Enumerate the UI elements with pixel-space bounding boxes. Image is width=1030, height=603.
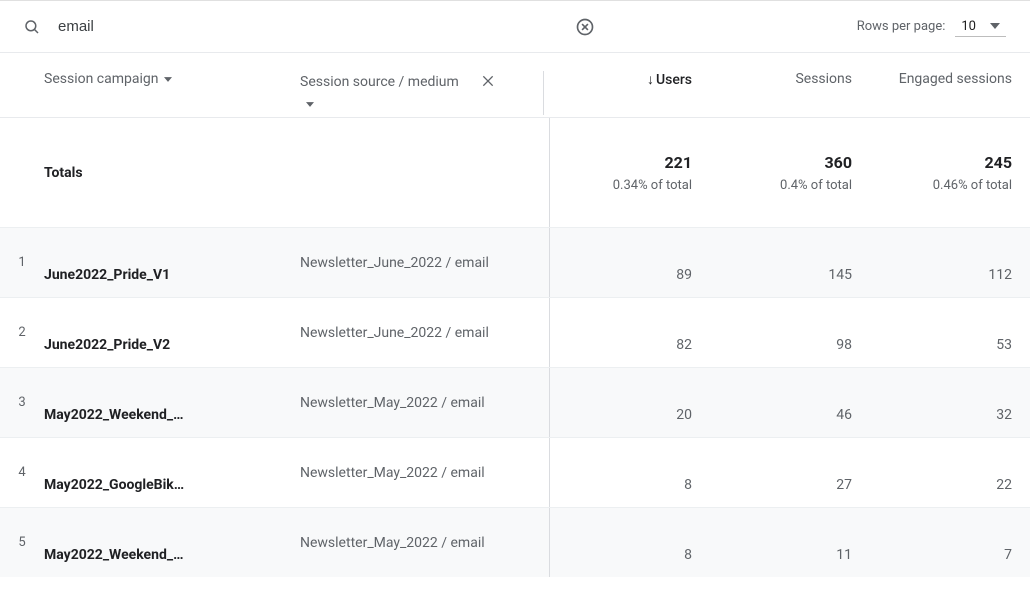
row-metrics: 8117 [550, 508, 1030, 577]
row-engaged: 53 [870, 298, 1030, 367]
row-engaged: 7 [870, 508, 1030, 577]
metric-headers: ↓Users Sessions Engaged sessions [550, 53, 1030, 88]
row-source-medium: Newsletter_May_2022 / email [300, 508, 550, 577]
metric-header-engaged-sessions[interactable]: Engaged sessions [870, 71, 1030, 88]
row-sessions: 11 [710, 508, 870, 577]
row-index: 2 [0, 298, 44, 367]
dimension-secondary-label[interactable]: Session source / medium [300, 71, 470, 115]
table-row: 1June2022_Pride_V1Newsletter_June_2022 /… [0, 227, 1030, 297]
totals-sessions: 360 0.4% of total [710, 118, 870, 227]
row-index: 1 [0, 228, 44, 297]
row-users: 8 [550, 438, 710, 507]
row-metrics: 829853 [550, 298, 1030, 367]
row-campaign[interactable]: May2022_Weekend_… [44, 368, 300, 437]
rows-per-page-select[interactable]: 10 [955, 17, 1006, 37]
metric-header-sessions[interactable]: Sessions [710, 71, 870, 88]
rows-per-page-value: 10 [961, 19, 976, 34]
totals-source [300, 118, 550, 227]
rows-per-page: Rows per page: 10 [857, 17, 1006, 37]
rows-per-page-label: Rows per page: [857, 19, 946, 34]
row-users: 20 [550, 368, 710, 437]
dimension-secondary-header: Session source / medium [300, 53, 550, 115]
remove-dimension-button[interactable] [480, 71, 496, 89]
row-engaged: 32 [870, 368, 1030, 437]
row-users: 82 [550, 298, 710, 367]
totals-row: Totals 221 0.34% of total 360 0.4% of to… [0, 117, 1030, 227]
report-table: Rows per page: 10 Session campaign Sessi… [0, 0, 1030, 577]
metric-header-users[interactable]: ↓Users [550, 71, 710, 88]
row-metrics: 89145112 [550, 228, 1030, 297]
caret-down-icon [306, 102, 314, 107]
table-row: 3May2022_Weekend_…Newsletter_May_2022 / … [0, 367, 1030, 437]
row-campaign[interactable]: June2022_Pride_V2 [44, 298, 300, 367]
row-users: 89 [550, 228, 710, 297]
row-index: 3 [0, 368, 44, 437]
row-index [0, 118, 44, 227]
search-wrap [22, 15, 857, 39]
row-campaign[interactable]: May2022_Weekend_… [44, 508, 300, 577]
totals-metrics: 221 0.34% of total 360 0.4% of total 245… [550, 118, 1030, 227]
column-headers: Session campaign Session source / medium [0, 53, 1030, 117]
dimension-primary-label: Session campaign [44, 71, 158, 87]
row-source-medium: Newsletter_May_2022 / email [300, 368, 550, 437]
row-users: 8 [550, 508, 710, 577]
row-source-medium: Newsletter_June_2022 / email [300, 298, 550, 367]
dimension-primary-header[interactable]: Session campaign [44, 53, 300, 87]
totals-engaged: 245 0.46% of total [870, 118, 1030, 227]
row-sessions: 98 [710, 298, 870, 367]
caret-down-icon [990, 23, 1000, 29]
table-row: 4May2022_GoogleBik…Newsletter_May_2022 /… [0, 437, 1030, 507]
row-metrics: 204632 [550, 368, 1030, 437]
row-index: 4 [0, 438, 44, 507]
row-engaged: 22 [870, 438, 1030, 507]
table-row: 5May2022_Weekend_…Newsletter_May_2022 / … [0, 507, 1030, 577]
row-source-medium: Newsletter_June_2022 / email [300, 228, 550, 297]
row-sessions: 145 [710, 228, 870, 297]
row-engaged: 112 [870, 228, 1030, 297]
sort-desc-icon: ↓ [647, 72, 654, 88]
search-icon [22, 17, 42, 37]
row-sessions: 46 [710, 368, 870, 437]
caret-down-icon [164, 77, 172, 82]
row-campaign[interactable]: June2022_Pride_V1 [44, 228, 300, 297]
vertical-divider [543, 71, 544, 115]
totals-users: 221 0.34% of total [550, 118, 710, 227]
totals-label: Totals [44, 118, 300, 227]
row-campaign[interactable]: May2022_GoogleBik… [44, 438, 300, 507]
row-metrics: 82722 [550, 438, 1030, 507]
row-source-medium: Newsletter_May_2022 / email [300, 438, 550, 507]
table-row: 2June2022_Pride_V2Newsletter_June_2022 /… [0, 297, 1030, 367]
table-toolbar: Rows per page: 10 [0, 1, 1030, 53]
row-index: 5 [0, 508, 44, 577]
clear-search-button[interactable] [573, 15, 597, 39]
search-input[interactable] [56, 17, 573, 36]
row-sessions: 27 [710, 438, 870, 507]
